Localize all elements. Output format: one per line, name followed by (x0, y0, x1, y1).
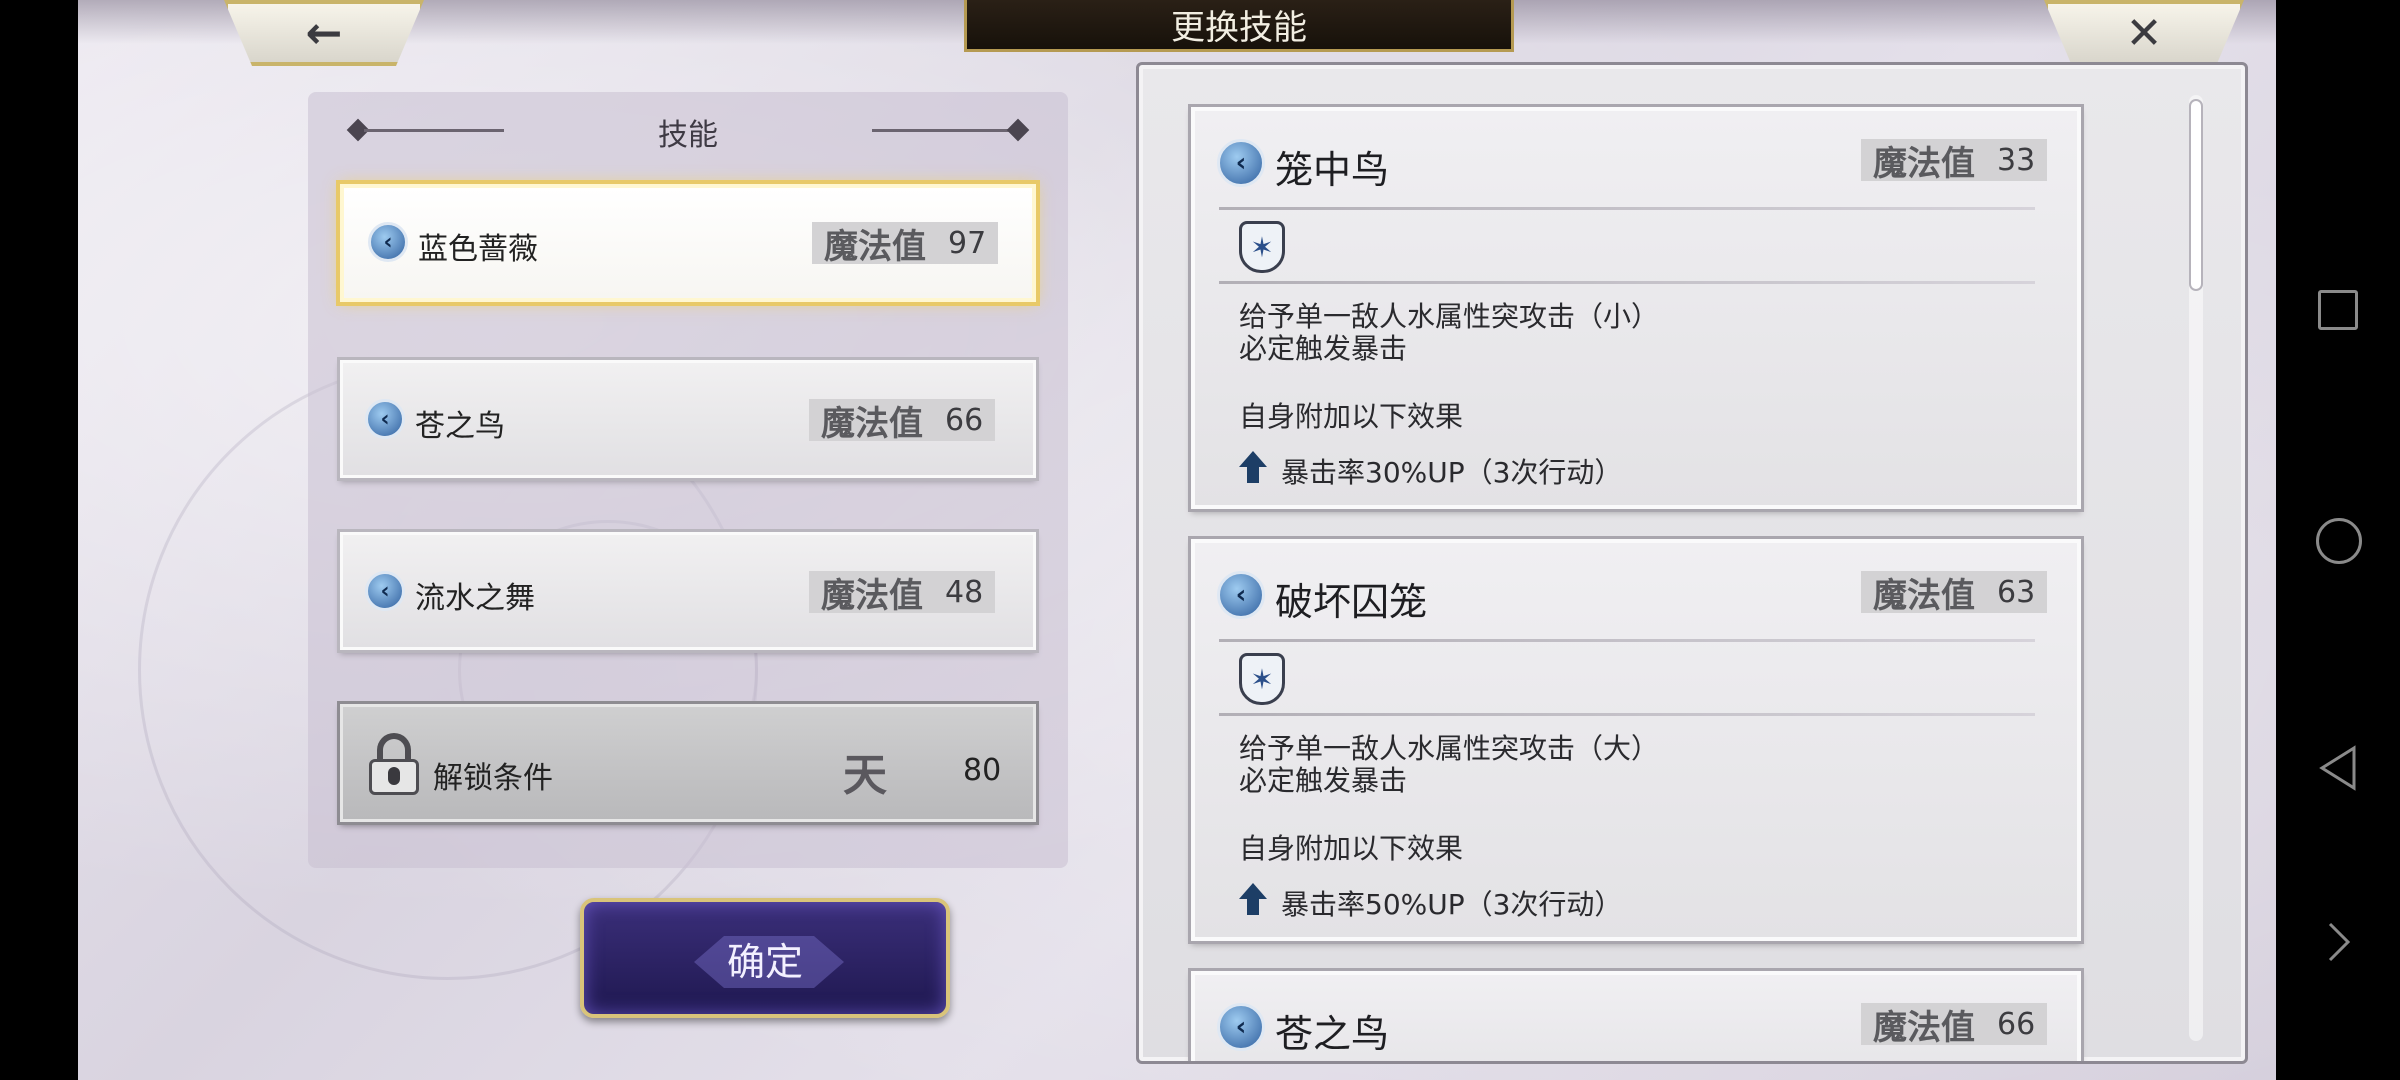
confirm-button[interactable]: 确定 (580, 898, 950, 1018)
blue-arrow-orb-icon: ‹ (1217, 1003, 1265, 1051)
skill-name: 苍之鸟 (415, 409, 505, 444)
divider (1219, 713, 2035, 716)
self-effect-title: 自身附加以下效果 (1239, 400, 1464, 433)
blue-arrow-orb-icon: ‹ (365, 399, 405, 439)
back-triangle-icon[interactable] (2318, 744, 2358, 792)
padlock-icon (369, 733, 419, 795)
recent-apps-icon[interactable] (2318, 290, 2358, 330)
skill-name: 蓝色蔷薇 (418, 232, 538, 267)
blue-arrow-orb-icon: ‹ (365, 571, 405, 611)
up-arrow-icon (1239, 883, 1267, 915)
mp-cost: 魔法值 63 (1861, 571, 2048, 616)
skill-name: 流水之舞 (415, 581, 535, 616)
skill-list-panel[interactable]: ‹ 笼中鸟 魔法值 33 ✶ 给予单一敌人水属性突攻击（小） 必定触发暴击 自身… (1136, 62, 2248, 1064)
mp-value: 48 (945, 574, 984, 610)
unlock-value: 80 (963, 753, 1002, 788)
skill-name: 破坏囚笼 (1275, 580, 1428, 624)
mp-label: 魔法值 (1873, 575, 1975, 616)
skill-slot-3[interactable]: ‹ 流水之舞 魔法值 48 (340, 532, 1036, 650)
self-effect-title: 自身附加以下效果 (1239, 832, 1464, 865)
unlock-condition-label: 解锁条件 (433, 761, 553, 796)
skill-description: 给予单一敌人水属性突攻击（大） 必定触发暴击 (1239, 732, 1660, 797)
divider (1219, 639, 2035, 642)
mp-cost: 魔法值 66 (809, 399, 996, 444)
close-button[interactable]: ✕ (2044, 0, 2244, 66)
mp-cost: 魔法值 97 (812, 222, 999, 267)
mp-value: 66 (945, 402, 984, 438)
page-title: 更换技能 (964, 0, 1514, 52)
confirm-label: 确定 (726, 939, 803, 984)
mp-label: 魔法值 (821, 403, 923, 444)
game-screen: ← 更换技能 ✕ 技能 ‹ 蓝色蔷薇 魔法值 97 ‹ 苍之鸟 魔法值 66 ‹… (78, 0, 2276, 1080)
skill-name: 笼中鸟 (1275, 148, 1390, 192)
home-icon[interactable] (2316, 518, 2362, 564)
skill-description: 给予单一敌人水属性突攻击（小） 必定触发暴击 (1239, 300, 1660, 365)
back-arrow-icon: ← (305, 7, 343, 59)
back-button[interactable]: ← (224, 0, 424, 66)
divider (1219, 281, 2035, 284)
skill-slot-2[interactable]: ‹ 苍之鸟 魔法值 66 (340, 360, 1036, 478)
locked-skill-slot[interactable]: 解锁条件 天 80 (340, 704, 1036, 822)
blue-arrow-orb-icon: ‹ (368, 222, 408, 262)
mp-label: 魔法值 (1873, 143, 1975, 184)
scrollbar-thumb[interactable] (2189, 99, 2203, 291)
mp-cost: 魔法值 48 (809, 571, 996, 616)
mp-value: 33 (1997, 142, 2036, 178)
chevron-right-icon[interactable] (2326, 920, 2352, 964)
mp-value: 97 (948, 225, 987, 261)
equipped-skills-panel: 技能 ‹ 蓝色蔷薇 魔法值 97 ‹ 苍之鸟 魔法值 66 ‹ 流水之舞 魔法值 (308, 92, 1068, 868)
mp-cost: 魔法值 33 (1861, 139, 2048, 184)
water-splash-icon: ✶ (1239, 653, 1285, 705)
mp-label: 魔法值 (824, 226, 926, 267)
rank-icon: 天 (843, 750, 887, 801)
mp-label: 魔法值 (1873, 1007, 1975, 1048)
water-splash-icon: ✶ (1239, 221, 1285, 273)
buff-effect: 暴击率50%UP（3次行动） (1281, 888, 1623, 921)
divider (872, 129, 1012, 132)
up-arrow-icon (1239, 451, 1267, 483)
skill-card[interactable]: ‹ 破坏囚笼 魔法值 63 ✶ 给予单一敌人水属性突攻击（大） 必定触发暴击 自… (1191, 539, 2081, 941)
close-icon: ✕ (2125, 7, 2163, 59)
skill-card[interactable]: ‹ 苍之鸟 魔法值 66 (1191, 971, 2081, 1061)
mp-label: 魔法值 (821, 575, 923, 616)
skill-card[interactable]: ‹ 笼中鸟 魔法值 33 ✶ 给予单一敌人水属性突攻击（小） 必定触发暴击 自身… (1191, 107, 2081, 509)
buff-effect: 暴击率30%UP（3次行动） (1281, 456, 1623, 489)
panel-header: 技能 (308, 110, 1068, 153)
mp-cost: 魔法值 66 (1861, 1003, 2048, 1048)
mp-value: 63 (1997, 574, 2036, 610)
panel-title: 技能 (658, 118, 718, 153)
divider (1219, 207, 2035, 210)
skill-name: 苍之鸟 (1275, 1012, 1390, 1056)
mp-value: 66 (1997, 1006, 2036, 1042)
skill-slot-1[interactable]: ‹ 蓝色蔷薇 魔法值 97 (340, 184, 1036, 302)
blue-arrow-orb-icon: ‹ (1217, 139, 1265, 187)
blue-arrow-orb-icon: ‹ (1217, 571, 1265, 619)
